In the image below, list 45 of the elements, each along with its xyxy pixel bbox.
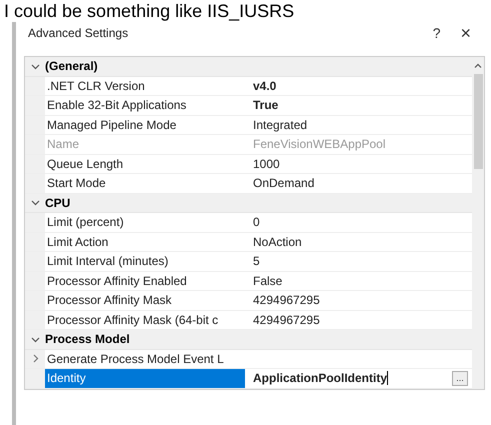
scroll-up-icon[interactable] [474,62,482,70]
property-label[interactable]: Start Mode [45,174,245,192]
property-value: OnDemand [253,175,314,192]
property-label[interactable]: Generate Process Model Event L [45,350,245,368]
close-button[interactable]: × [452,20,479,46]
property-value: v4.0 [253,78,276,95]
chevron-down-icon[interactable] [30,334,40,344]
property-value: 4294967295 [253,292,320,310]
category-row[interactable]: (General) [25,57,472,76]
scrollbar[interactable] [472,57,484,388]
property-label[interactable]: Limit Interval (minutes) [45,252,245,270]
property-value: 0 [253,214,260,232]
property-label[interactable]: Enable 32-Bit Applications [45,96,245,114]
property-value[interactable]: ApplicationPoolIdentity [253,369,387,388]
text-cursor [387,371,388,386]
property-label[interactable]: Queue Length [45,154,245,173]
property-value: False [253,272,282,290]
property-label[interactable]: Limit Action [45,232,245,251]
category-label: (General) [45,58,98,76]
chevron-down-icon[interactable] [30,62,40,71]
property-value: True [253,97,278,114]
property-label[interactable]: Identity [45,369,245,388]
property-value: 5 [253,253,260,270]
background-text: I could be something like IIS_IUSRS [3,0,296,22]
property-label[interactable]: Limit (percent) [45,213,245,232]
property-value: FeneVisionWEBAppPool [253,136,386,154]
property-label[interactable]: .NET CLR Version [45,76,245,95]
category-row[interactable]: Process Model [25,330,472,350]
category-label: CPU [45,194,70,212]
category-row[interactable]: CPU [25,194,472,213]
scrollbar-thumb[interactable] [474,74,482,169]
property-label[interactable]: Processor Affinity Enabled [45,272,245,290]
property-value: 1000 [253,156,280,173]
category-label: Process Model [45,331,130,348]
help-button[interactable]: ? [420,22,452,44]
browse-button[interactable]: ... [452,370,468,386]
property-label[interactable]: Processor Affinity Mask (64-bit c [45,310,245,329]
property-label[interactable]: Managed Pipeline Mode [45,116,245,134]
chevron-right-icon[interactable] [30,354,40,364]
chevron-down-icon[interactable] [30,198,40,208]
property-value: NoAction [253,234,302,251]
window-title: Advanced Settings [28,25,128,42]
property-label[interactable]: Processor Affinity Mask [45,291,245,310]
property-value: 4294967295 [253,312,320,329]
property-value: Integrated [253,116,308,134]
